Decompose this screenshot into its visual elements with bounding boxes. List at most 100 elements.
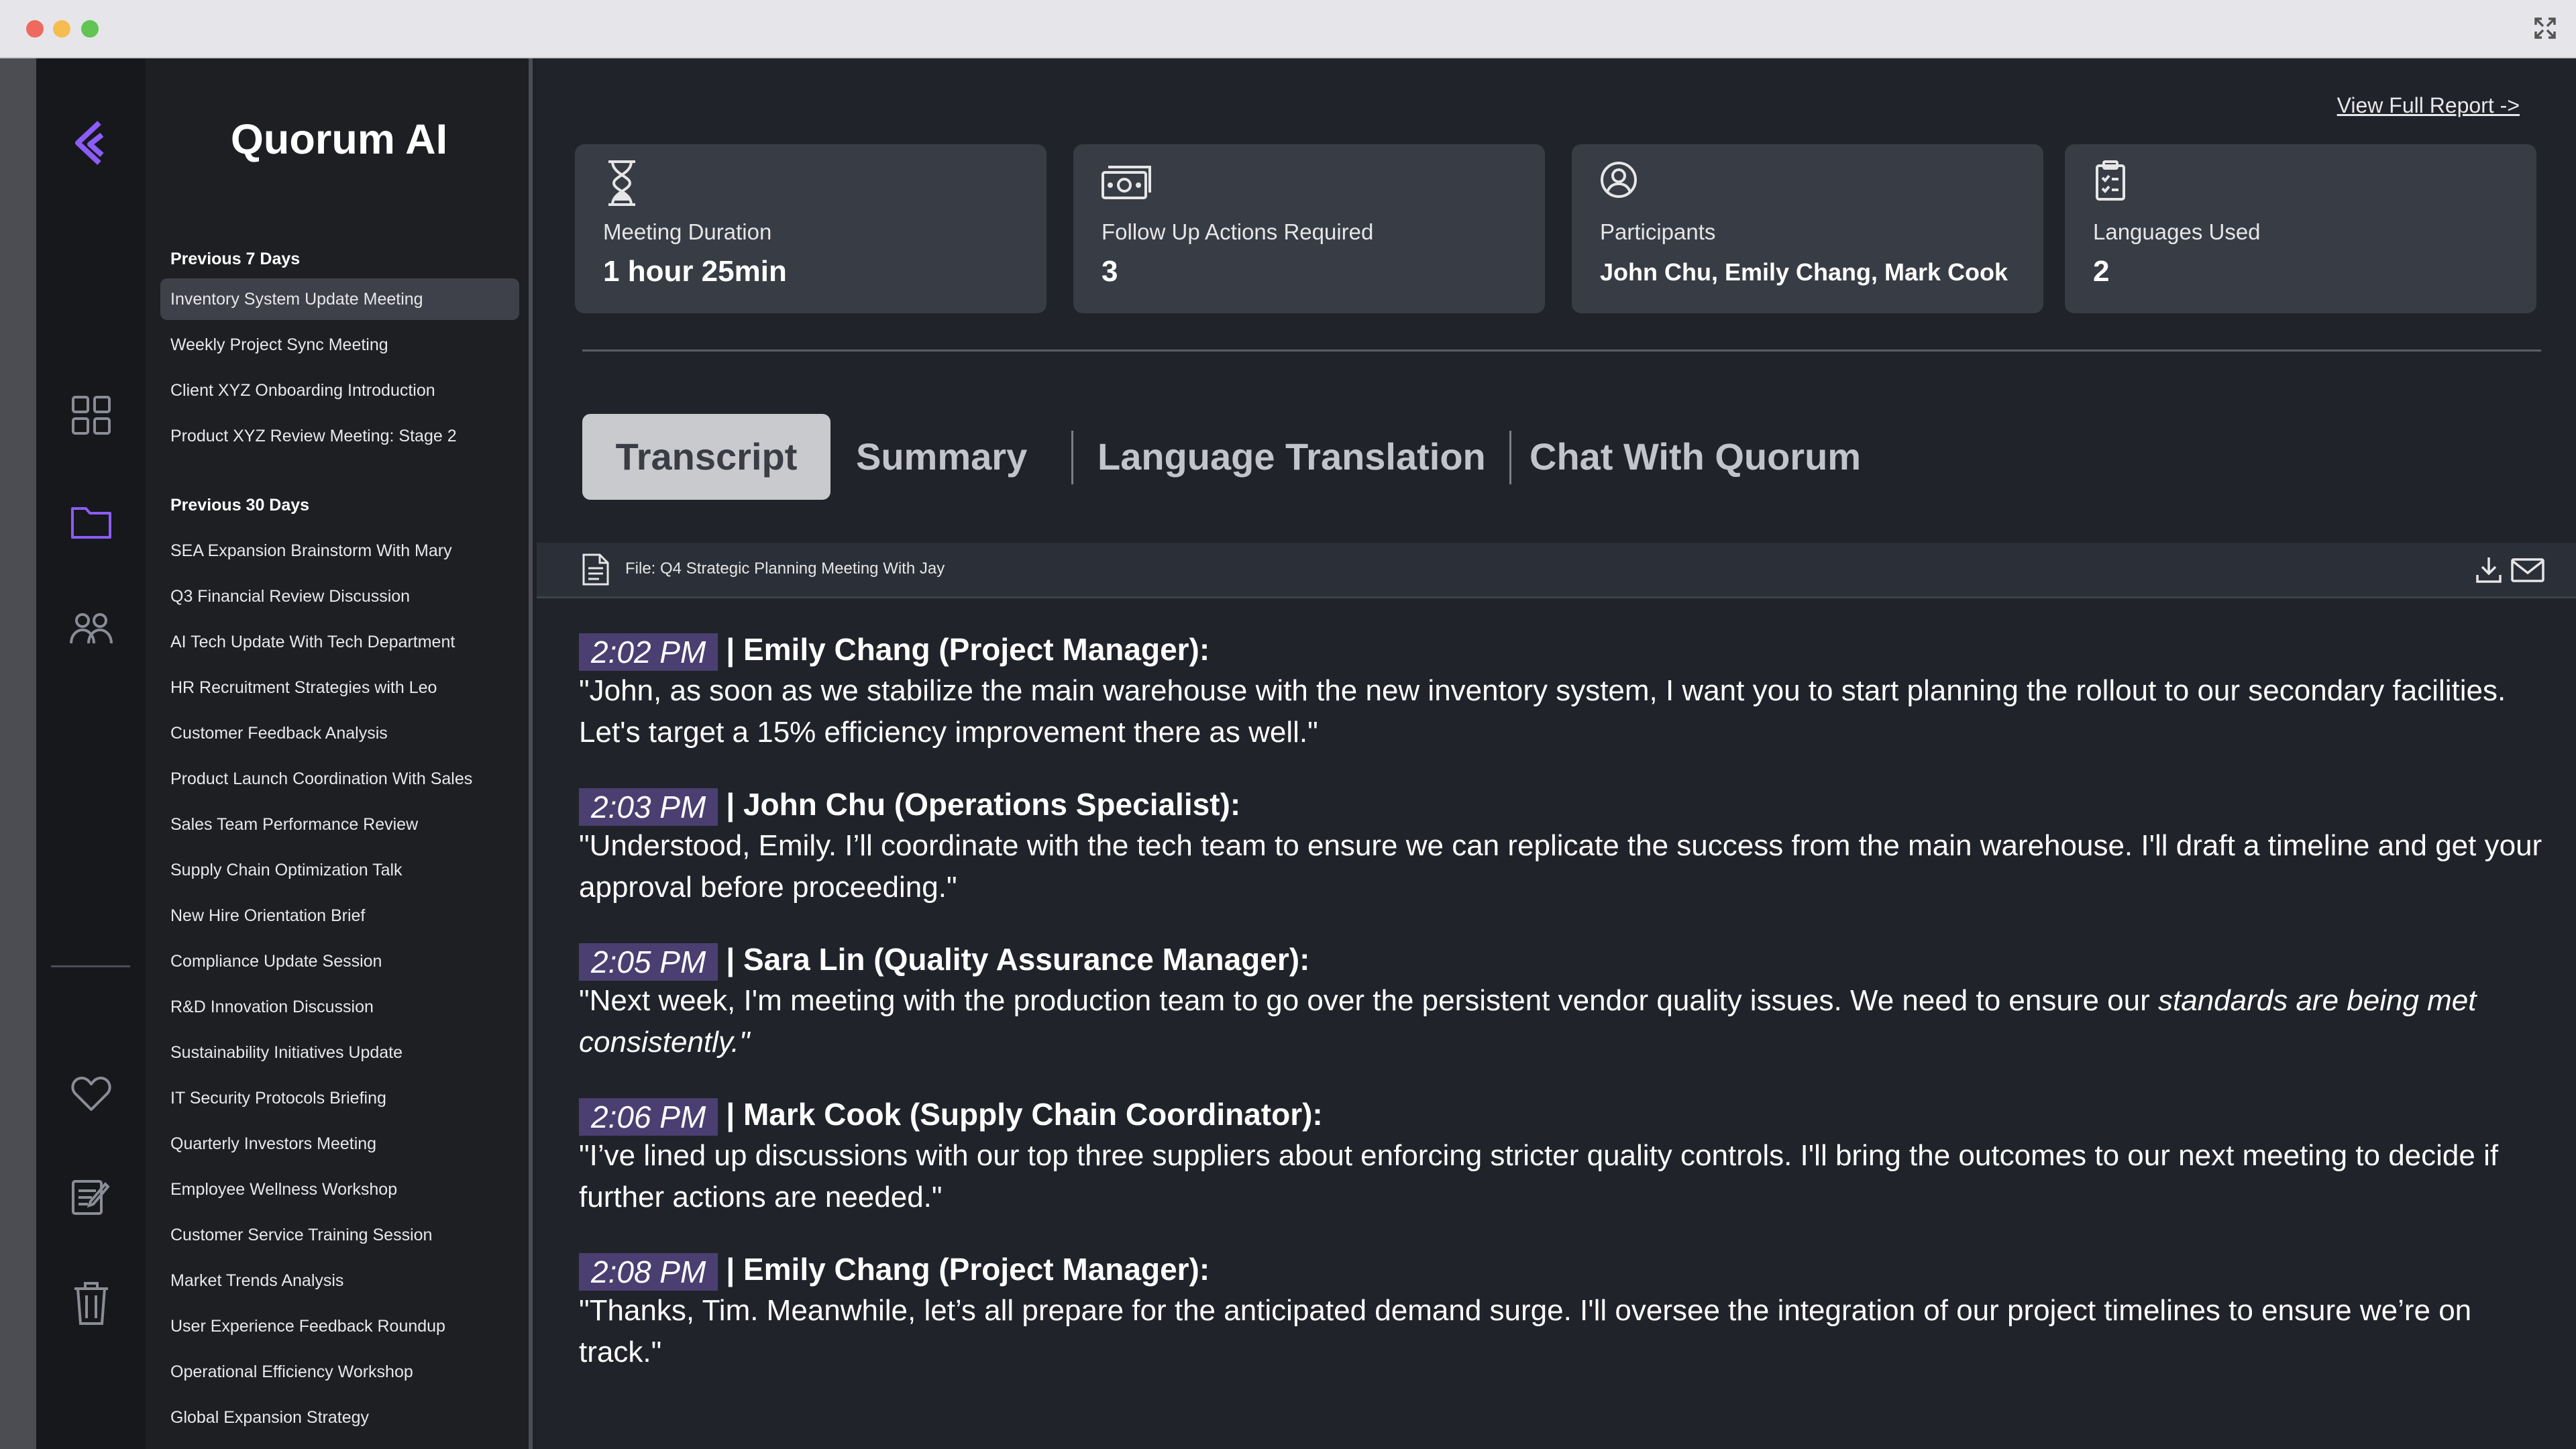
transcript-text-body: "I’ve lined up discussions with our top …	[579, 1139, 2499, 1214]
close-window-button[interactable]	[26, 20, 44, 38]
rail-divider	[51, 965, 130, 967]
sidebar-meeting-item[interactable]: Product Launch Coordination With Sales	[160, 758, 519, 800]
transcript-entry: 2:05 PM | Sara Lin (Quality Assurance Man…	[579, 938, 2544, 1063]
tab-transcript[interactable]: Transcript	[582, 414, 830, 500]
stat-label: Participants	[1600, 219, 1716, 244]
tab-language-translation[interactable]: Language Translation	[1097, 414, 1486, 500]
sidebar-meeting-item[interactable]: Quarterly Investors Meeting	[160, 1123, 519, 1165]
transcript-text-body: "John, as soon as we stabilize the main …	[579, 674, 2506, 749]
speaker-name: | Emily Chang (Project Manager):	[726, 1252, 1210, 1287]
transcript-entry: 2:03 PM | John Chu (Operations Specialist…	[579, 784, 2544, 908]
money-icon	[1100, 159, 1154, 205]
tab-chat-with-quorum[interactable]: Chat With Quorum	[1529, 414, 1861, 500]
stat-value: 2	[2093, 255, 2110, 288]
main-content: View Full Report -> Meeting Duration 1 h…	[537, 58, 2576, 1449]
transcript-entry-header: 2:02 PM | Emily Chang (Project Manager):	[579, 629, 2544, 671]
stat-label: Meeting Duration	[603, 219, 772, 244]
transcript-entry: 2:08 PM | Emily Chang (Project Manager): "…	[579, 1248, 2544, 1373]
stat-card-follow-up-actions: Follow Up Actions Required 3	[1073, 144, 1545, 313]
sidebar-meeting-item[interactable]: Q3 Financial Review Discussion	[160, 576, 519, 617]
sidebar-meeting-item[interactable]: SEA Expansion Brainstorm With Mary	[160, 530, 519, 572]
recent-meetings-list: Inventory System Update Meeting Weekly Pr…	[160, 278, 519, 461]
transcript-entry-header: 2:06 PM | Mark Cook (Supply Chain Coordin…	[579, 1093, 2544, 1136]
stat-value: 3	[1102, 255, 1118, 288]
sidebar-meeting-item[interactable]: Sales Team Performance Review	[160, 804, 519, 845]
user-circle-icon	[1599, 159, 1639, 204]
transcript-entry: 2:02 PM | Emily Chang (Project Manager): "…	[579, 629, 2544, 753]
transcript-text: "John, as soon as we stabilize the main …	[579, 670, 2544, 753]
notes-edit-icon[interactable]	[70, 1177, 112, 1221]
timestamp-badge: 2:02 PM	[579, 633, 718, 671]
stat-label: Languages Used	[2093, 219, 2261, 244]
sidebar-meeting-item[interactable]: Client XYZ Onboarding Introduction	[160, 370, 519, 411]
folder-icon[interactable]	[70, 503, 113, 544]
file-name: File: Q4 Strategic Planning Meeting With…	[625, 559, 945, 578]
users-icon[interactable]	[68, 608, 115, 652]
sidebar-meeting-item[interactable]: HR Recruitment Strategies with Leo	[160, 667, 519, 708]
tab-summary[interactable]: Summary	[856, 414, 1027, 500]
clipboard-icon	[2092, 159, 2129, 205]
tab-separator	[1509, 431, 1511, 484]
sidebar-meeting-item[interactable]: Sustainability Initiatives Update	[160, 1032, 519, 1073]
sidebar-meeting-item[interactable]: Global Expansion Strategy	[160, 1397, 519, 1438]
stat-value: John Chu, Emily Chang, Mark Cook	[1600, 258, 2008, 286]
sidebar-meeting-item[interactable]: Product XYZ Review Meeting: Stage 2	[160, 415, 519, 457]
transcript-text: "Thanks, Tim. Meanwhile, let’s all prepa…	[579, 1290, 2544, 1373]
transcript-text: "Understood, Emily. I’ll coordinate with…	[579, 825, 2544, 908]
section-divider	[582, 350, 2541, 352]
quorum-logo-icon[interactable]	[70, 119, 113, 170]
transcript-entry-header: 2:03 PM | John Chu (Operations Specialist…	[579, 784, 2544, 826]
transcript-text-body: "Understood, Emily. I’ll coordinate with…	[579, 829, 2542, 904]
timestamp-badge: 2:08 PM	[579, 1252, 718, 1291]
transcript-text-body: "Next week, I'm meeting with the product…	[579, 984, 2158, 1017]
speaker-name: | Sara Lin (Quality Assurance Manager):	[726, 942, 1310, 977]
tab-separator	[1071, 431, 1073, 484]
sidebar-meeting-item[interactable]: R&D Innovation Discussion	[160, 986, 519, 1028]
timestamp-badge: 2:03 PM	[579, 788, 718, 826]
sidebar-meeting-item[interactable]: Customer Feedback Analysis	[160, 712, 519, 754]
older-meetings-list: SEA Expansion Brainstorm With Mary Q3 Fin…	[160, 530, 519, 1442]
speaker-name: | Mark Cook (Supply Chain Coordinator):	[726, 1097, 1323, 1132]
sidebar-meeting-item[interactable]: Inventory System Update Meeting	[160, 278, 519, 320]
download-icon[interactable]	[2474, 555, 2504, 588]
zoom-window-button[interactable]	[81, 20, 99, 38]
dashboard-grid-icon[interactable]	[70, 394, 113, 440]
speaker-name: | John Chu (Operations Specialist):	[726, 787, 1241, 822]
app-title: Quorum AI	[230, 116, 448, 163]
sidebar-meeting-item[interactable]: Operational Efficiency Workshop	[160, 1351, 519, 1393]
hourglass-icon	[602, 159, 642, 211]
trash-icon[interactable]	[72, 1279, 111, 1330]
stat-value: 1 hour 25min	[603, 255, 787, 288]
sidebar-meeting-item[interactable]: User Experience Feedback Roundup	[160, 1305, 519, 1347]
sidebar-meeting-item[interactable]: Employee Wellness Workshop	[160, 1169, 519, 1210]
stat-card-participants: Participants John Chu, Emily Chang, Mark…	[1572, 144, 2043, 313]
transcript-entry: 2:06 PM | Mark Cook (Supply Chain Coordin…	[579, 1093, 2544, 1218]
sidebar-meeting-item[interactable]: IT Security Protocols Briefing	[160, 1077, 519, 1119]
sidebar-meeting-item[interactable]: New Hire Orientation Brief	[160, 895, 519, 936]
minimize-window-button[interactable]	[53, 20, 70, 38]
view-full-report-link[interactable]: View Full Report ->	[2337, 93, 2520, 118]
fullscreen-expand-icon[interactable]	[2533, 16, 2557, 40]
document-icon	[581, 552, 610, 590]
sidebar-meeting-item[interactable]: AI Tech Update With Tech Department	[160, 621, 519, 663]
stat-card-languages-used: Languages Used 2	[2065, 144, 2536, 313]
timestamp-badge: 2:06 PM	[579, 1097, 718, 1136]
section-title-previous-30-days: Previous 30 Days	[170, 496, 310, 515]
window-titlebar	[0, 0, 2576, 58]
stat-label: Follow Up Actions Required	[1102, 219, 1374, 244]
stat-card-meeting-duration: Meeting Duration 1 hour 25min	[575, 144, 1046, 313]
sidebar-meeting-item[interactable]: Market Trends Analysis	[160, 1260, 519, 1301]
email-icon[interactable]	[2510, 557, 2545, 586]
sidebar-meeting-item[interactable]: Compliance Update Session	[160, 941, 519, 982]
sidebar-meeting-item[interactable]: Supply Chain Optimization Talk	[160, 849, 519, 891]
transcript-text-body: "Thanks, Tim. Meanwhile, let’s all prepa…	[579, 1294, 2472, 1368]
section-title-previous-7-days: Previous 7 Days	[170, 250, 301, 268]
file-bar: File: Q4 Strategic Planning Meeting With…	[537, 543, 2576, 598]
heart-icon[interactable]	[70, 1075, 112, 1116]
sidebar-meeting-item[interactable]: Weekly Project Sync Meeting	[160, 324, 519, 366]
window-edge	[0, 58, 36, 1449]
transcript-entry-header: 2:08 PM | Emily Chang (Project Manager):	[579, 1248, 2544, 1291]
sidebar-meeting-item[interactable]: Customer Service Training Session	[160, 1214, 519, 1256]
transcript-entry-header: 2:05 PM | Sara Lin (Quality Assurance Man…	[579, 938, 2544, 981]
speaker-name: | Emily Chang (Project Manager):	[726, 632, 1210, 667]
